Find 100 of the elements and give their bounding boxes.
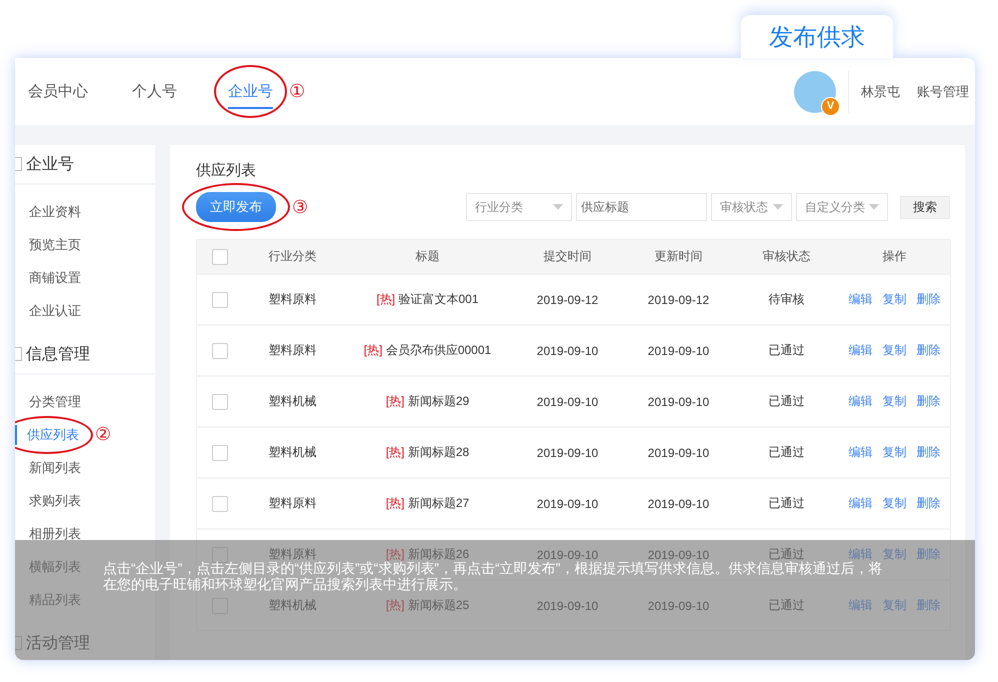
sidebar-group-title[interactable]: 企业号 <box>26 154 74 174</box>
checkbox[interactable] <box>212 394 228 410</box>
action-link[interactable]: 删除 <box>916 343 940 357</box>
user-name: 林景屯 <box>861 82 900 100</box>
checkbox[interactable] <box>212 444 228 460</box>
sidebar-item[interactable]: 预览主页 <box>15 228 81 261</box>
table-cell: 塑料原料 <box>268 343 316 357</box>
table-cell: 2019-09-10 <box>648 344 710 358</box>
hot-tag: [热] <box>386 598 404 612</box>
hot-tag: [热] <box>386 547 404 561</box>
sidebar-item[interactable]: 精品列表 <box>15 583 81 616</box>
action-link[interactable]: 复制 <box>882 394 906 408</box>
table-cell: 塑料原料 <box>268 292 316 306</box>
table-cell: 2019-09-10 <box>648 496 710 510</box>
hot-tag: [热] <box>386 394 404 408</box>
nav-tab[interactable]: 会员中心 <box>28 74 88 109</box>
sidebar-item[interactable]: 企业认证 <box>15 294 81 327</box>
table-cell: 2019-09-10 <box>648 598 710 612</box>
hot-tag: [热] <box>386 496 404 510</box>
sidebar-item[interactable]: 相册列表 <box>15 517 81 550</box>
table-cell: 2019-09-10 <box>536 344 598 358</box>
table-cell: 塑料机械 <box>268 394 316 408</box>
sidebar-item[interactable]: 求购列表 <box>15 484 81 517</box>
dropdown-field[interactable]: 审核状态 <box>711 193 792 221</box>
table-cell: 2019-09-10 <box>536 548 598 562</box>
table-cell: 已通过 <box>768 343 804 357</box>
action-link[interactable]: 编辑 <box>848 343 872 357</box>
table-cell: 新闻标题28 <box>408 445 470 459</box>
action-link[interactable]: 删除 <box>916 496 940 510</box>
table-cell: 已通过 <box>768 394 804 408</box>
sidebar-item[interactable]: 新闻列表 <box>15 451 81 484</box>
action-link[interactable]: 删除 <box>916 394 940 408</box>
group-icon <box>15 347 22 361</box>
table-cell: 2019-09-10 <box>536 598 598 612</box>
action-link[interactable]: 编辑 <box>848 394 872 408</box>
table-cell: 2019-09-10 <box>536 446 598 460</box>
action-link[interactable]: 复制 <box>882 343 906 357</box>
column-header: 更新时间 <box>654 249 702 263</box>
caret-icon <box>553 204 563 210</box>
action-link[interactable]: 编辑 <box>848 445 872 459</box>
table-cell: 塑料机械 <box>268 445 316 459</box>
sidebar-item[interactable]: 横幅列表 <box>15 550 81 583</box>
publish-now-button[interactable]: 立即发布 <box>196 192 276 222</box>
table-cell: 2019-09-10 <box>648 394 710 408</box>
dropdown-field[interactable]: 自定义分类 <box>796 193 888 221</box>
hot-tag: [热] <box>376 292 396 306</box>
table-cell: 2019-09-10 <box>648 548 710 562</box>
action-link[interactable]: 删除 <box>916 445 940 459</box>
nav-tab[interactable]: 个人号 <box>132 74 177 109</box>
column-header: 行业分类 <box>268 249 316 263</box>
table-cell: 新闻标题29 <box>408 394 470 408</box>
step-number: ③ <box>292 196 308 218</box>
vip-badge: V <box>821 96 840 116</box>
checkbox[interactable] <box>212 496 228 512</box>
action-link[interactable]: 复制 <box>882 292 906 306</box>
column-header: 提交时间 <box>544 249 592 263</box>
table-cell: 2019-09-10 <box>536 496 598 510</box>
table-cell: 已通过 <box>768 547 804 561</box>
account-management-link[interactable]: 账号管理 <box>917 82 969 100</box>
action-link[interactable]: 复制 <box>882 496 906 510</box>
sidebar-item[interactable]: 分类管理 <box>15 385 81 418</box>
table-cell: 塑料原料 <box>268 496 316 510</box>
sidebar-item[interactable]: 商铺设置 <box>15 261 81 294</box>
page-title: 供应列表 <box>196 161 257 181</box>
table-cell: 验证富文本001 <box>398 292 479 306</box>
hot-tag: [热] <box>386 445 404 459</box>
caret-icon <box>773 204 783 210</box>
caret-icon <box>869 204 879 210</box>
action-link[interactable]: 删除 <box>916 292 940 306</box>
action-link[interactable]: 编辑 <box>848 496 872 510</box>
table-cell: 新闻标题25 <box>408 598 470 612</box>
sidebar-item[interactable]: 企业资料 <box>15 195 81 228</box>
sidebar-group-title[interactable]: 活动管理 <box>26 632 90 654</box>
checkbox[interactable] <box>212 342 228 358</box>
publish-supply-tab[interactable]: 发布供求 <box>741 15 893 58</box>
table-cell: 已通过 <box>768 598 804 612</box>
group-icon <box>15 636 22 650</box>
checkbox[interactable] <box>212 292 228 308</box>
table-cell: 新闻标题27 <box>408 496 470 510</box>
column-header: 操作 <box>882 249 906 263</box>
dropdown-field[interactable]: 行业分类 <box>466 193 572 221</box>
table-cell: 待审核 <box>768 292 804 306</box>
input-field[interactable]: 供应标题 <box>576 193 707 221</box>
hot-tag: [热] <box>364 343 382 357</box>
table-cell: 已通过 <box>768 496 804 510</box>
sidebar-item[interactable]: 供应列表 <box>15 424 79 444</box>
table-cell: 已通过 <box>768 445 804 459</box>
action-link[interactable]: 复制 <box>882 445 906 459</box>
table-cell: 2019-09-10 <box>648 446 710 460</box>
checkbox[interactable] <box>212 248 228 264</box>
instruction-caption: 点击“企业号”，点击左侧目录的“供应列表”或“求购列表”，再点击“立即发布”，根据提示填写供求信息。供求信息审核通过后，将在您的电子旺铺和环球塑化官网产品搜索列表中进行展示。 <box>103 560 884 592</box>
table-cell: 塑料原料 <box>268 547 316 561</box>
nav-tab[interactable]: 企业号 <box>228 74 273 109</box>
search-button[interactable]: 搜索 <box>900 196 950 218</box>
table-cell: 新闻标题26 <box>408 547 470 561</box>
column-header: 审核状态 <box>762 249 810 263</box>
group-icon <box>15 157 22 171</box>
table-cell: 2019-09-10 <box>536 394 598 408</box>
sidebar-group-title[interactable]: 信息管理 <box>26 344 90 364</box>
action-link[interactable]: 编辑 <box>848 292 872 306</box>
